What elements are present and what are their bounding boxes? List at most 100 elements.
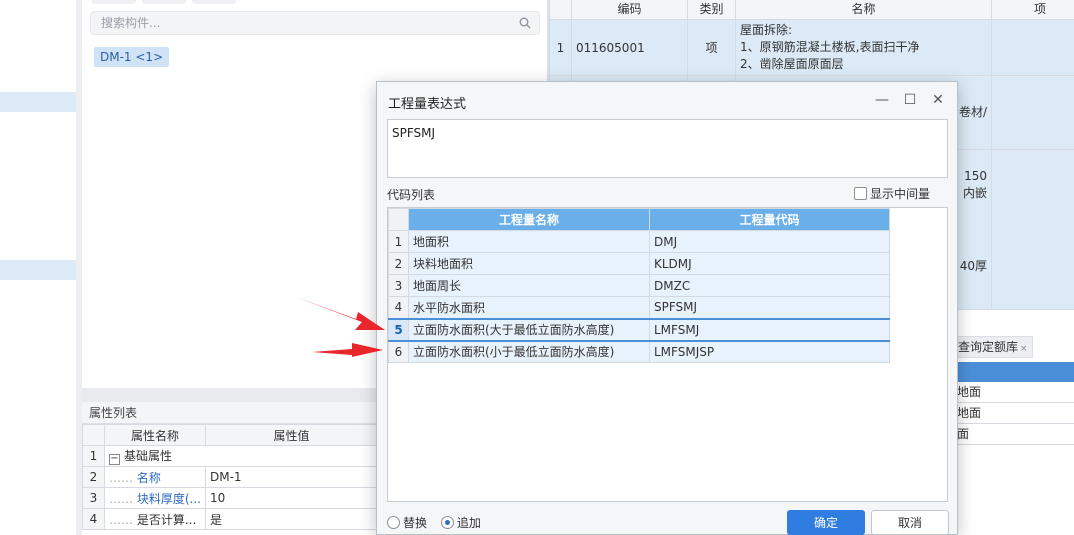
- property-name: 块料厚度(...: [136, 491, 201, 506]
- quantity-name[interactable]: 块料地面积: [408, 252, 650, 275]
- quantity-code[interactable]: LMFSMJSP: [649, 340, 890, 363]
- list-item[interactable]: 面: [955, 424, 1074, 445]
- close-icon[interactable]: ✕: [929, 91, 947, 109]
- row-index: 2: [388, 252, 409, 275]
- table-row[interactable]: 3 …… 块料厚度(... 10: [82, 487, 379, 509]
- row-index: 2: [82, 466, 105, 488]
- bill-extra: [991, 75, 1074, 150]
- bill-table-corner: [549, 0, 572, 20]
- expression-input[interactable]: SPFSMJ: [387, 119, 948, 178]
- quantity-code[interactable]: DMJ: [649, 230, 890, 253]
- left-strip-selected-item[interactable]: [0, 92, 76, 112]
- replace-radio[interactable]: [387, 516, 400, 529]
- table-row[interactable]: 1 地面积 DMJ: [388, 230, 890, 253]
- quantity-name[interactable]: 地面积: [408, 230, 650, 253]
- property-value[interactable]: 是: [204, 508, 379, 530]
- search-icon[interactable]: [519, 17, 531, 29]
- property-name-header: 属性名称: [104, 424, 206, 446]
- property-value-header: 属性值: [204, 424, 379, 446]
- replace-option[interactable]: 替换: [387, 516, 427, 530]
- row-index: 3: [82, 487, 105, 509]
- bill-name: 屋面拆除: 1、原钢筋混凝土楼板,表面扫干净 2、凿除屋面原面层: [735, 19, 992, 76]
- property-value[interactable]: 10: [204, 487, 379, 509]
- table-row[interactable]: 4 …… 是否计算... 是: [82, 508, 379, 530]
- bill-type: 项: [687, 19, 736, 76]
- maximize-icon[interactable]: ☐: [901, 91, 919, 109]
- table-row[interactable]: 2 块料地面积 KLDMJ: [388, 252, 890, 275]
- table-row[interactable]: 1 − 基础属性: [82, 445, 378, 467]
- toolbar-tab[interactable]: [142, 0, 186, 4]
- bill-extra: [991, 19, 1074, 76]
- mode-radio-group: 替换 追加: [387, 514, 481, 531]
- append-label: 追加: [456, 516, 481, 530]
- table-row[interactable]: 4 水平防水面积 SPFSMJ: [388, 296, 890, 319]
- search-input[interactable]: [91, 12, 491, 34]
- code-header: 编码: [571, 0, 688, 20]
- table-row[interactable]: 3 地面周长 DMZC: [388, 274, 890, 297]
- left-strip-selected-item[interactable]: [0, 260, 76, 280]
- row-index: 4: [82, 508, 105, 530]
- quantity-code[interactable]: DMZC: [649, 274, 890, 297]
- bill-name-line: 2、凿除屋面原面层: [740, 57, 844, 71]
- tree-line-icon: ……: [109, 470, 137, 485]
- minimize-icon[interactable]: —: [873, 91, 891, 109]
- code-list-area: 工程量名称 工程量代码 1 地面积 DMJ 2 块料地面积 KLDMJ 3 地面…: [387, 207, 948, 502]
- ok-button[interactable]: 确定: [787, 510, 865, 535]
- close-icon[interactable]: ×: [1020, 344, 1028, 354]
- property-name-cell: …… 是否计算...: [104, 508, 206, 530]
- quantity-code[interactable]: SPFSMJ: [649, 296, 890, 319]
- quota-panel: 查询定额库 × 地面 地面 面: [955, 330, 1074, 535]
- property-group[interactable]: − 基础属性: [104, 445, 378, 467]
- toolbar-tab[interactable]: [92, 0, 136, 4]
- property-name-cell: …… 块料厚度(...: [104, 487, 206, 509]
- property-value[interactable]: DM-1: [204, 466, 379, 488]
- toolbar-tab[interactable]: [192, 0, 236, 4]
- cancel-button[interactable]: 取消: [871, 510, 949, 535]
- list-item[interactable]: 地面: [955, 403, 1074, 424]
- quota-tab[interactable]: 查询定额库 ×: [955, 336, 1033, 358]
- append-option[interactable]: 追加: [440, 516, 481, 530]
- list-item[interactable]: 地面: [955, 382, 1074, 403]
- quota-tab-label: 查询定额库: [958, 340, 1019, 354]
- bill-code: 011605001: [571, 19, 688, 76]
- collapse-icon[interactable]: −: [109, 454, 120, 465]
- quantity-name[interactable]: 立面防水面积(小于最低立面防水高度): [408, 340, 650, 363]
- quantity-name[interactable]: 立面防水面积(大于最低立面防水高度): [408, 317, 650, 342]
- quantity-name[interactable]: 水平防水面积: [408, 296, 650, 319]
- table-row[interactable]: 2 …… 名称 DM-1: [82, 466, 379, 488]
- table-row-active[interactable]: 5 立面防水面积(大于最低立面防水高度) LMFSMJ: [388, 317, 890, 342]
- quota-table-header: [955, 362, 1074, 382]
- quantity-code[interactable]: KLDMJ: [649, 252, 890, 275]
- bill-name-line: 屋面拆除:: [740, 23, 793, 37]
- property-name-cell: …… 名称: [104, 466, 206, 488]
- append-radio[interactable]: [440, 516, 454, 529]
- quantity-expression-dialog: 工程量表达式 — ☐ ✕ SPFSMJ 代码列表 显示中间量 工程量名称 工程量…: [376, 81, 958, 535]
- dialog-title: 工程量表达式: [388, 97, 467, 112]
- search-box: [90, 11, 540, 35]
- tree-line-icon: ……: [109, 512, 137, 527]
- row-index: 1: [82, 445, 105, 467]
- tree-line-icon: ……: [109, 491, 137, 506]
- property-name: 基础属性: [124, 449, 173, 463]
- type-header: 类别: [687, 0, 736, 20]
- property-panel-title: 属性列表: [82, 402, 378, 424]
- quantity-code-header: 工程量代码: [649, 208, 890, 231]
- quantity-name[interactable]: 地面周长: [408, 274, 650, 297]
- table-row[interactable]: 1 011605001 项 屋面拆除: 1、原钢筋混凝土楼板,表面扫干净 2、凿…: [549, 19, 1074, 76]
- property-name: 是否计算...: [136, 512, 197, 527]
- table-row[interactable]: 6 立面防水面积(小于最低立面防水高度) LMFSMJSP: [388, 340, 890, 363]
- row-index: 1: [549, 19, 572, 76]
- show-intermediate-toggle[interactable]: 显示中间量: [854, 185, 930, 202]
- property-name: 名称: [136, 470, 161, 485]
- property-panel: 属性列表 属性名称 属性值 1 − 基础属性 2 …… 名称 DM-1 3 …… …: [82, 402, 379, 535]
- row-index: 1: [388, 230, 409, 253]
- show-intermediate-checkbox[interactable]: [854, 187, 867, 200]
- name-header: 名称: [735, 0, 992, 20]
- property-table: 属性名称 属性值 1 − 基础属性 2 …… 名称 DM-1 3 …… 块料厚度(…: [82, 424, 379, 530]
- code-list-label: 代码列表: [387, 188, 436, 202]
- component-tag[interactable]: DM-1 <1>: [94, 47, 170, 67]
- row-index: 4: [388, 296, 409, 319]
- quantity-code[interactable]: LMFSMJ: [649, 317, 890, 342]
- bill-extra: [991, 149, 1074, 310]
- code-list-table: 工程量名称 工程量代码 1 地面积 DMJ 2 块料地面积 KLDMJ 3 地面…: [388, 208, 890, 363]
